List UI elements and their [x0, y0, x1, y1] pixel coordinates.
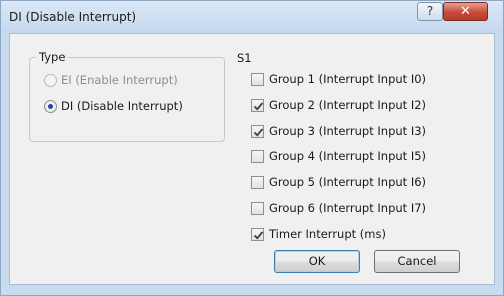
title-bar[interactable]: DI (Disable Interrupt) ? ✕ — [1, 1, 503, 33]
checkbox[interactable] — [251, 201, 264, 215]
checkmark-icon — [253, 230, 264, 240]
checkbox[interactable] — [251, 149, 264, 163]
checkbox-row: Group 4 (Interrupt Input I5) — [251, 148, 426, 164]
dialog-window: DI (Disable Interrupt) ? ✕ Type EI (Enab… — [0, 0, 504, 296]
checkbox-row: Group 5 (Interrupt Input I6) — [251, 174, 426, 190]
radio-option-ei: EI (Enable Interrupt) — [44, 72, 178, 88]
close-button[interactable]: ✕ — [443, 2, 488, 21]
checkmark-icon — [253, 101, 264, 111]
checkbox-row: Timer Interrupt (ms) — [251, 226, 386, 242]
help-icon: ? — [426, 4, 434, 18]
checkbox[interactable] — [251, 124, 264, 138]
checkmark-icon — [253, 127, 264, 137]
ok-button[interactable]: OK — [274, 250, 360, 273]
radio-ei[interactable] — [44, 73, 57, 87]
checkbox-label: Group 3 (Interrupt Input I3) — [269, 124, 427, 138]
checkbox-label: Group 5 (Interrupt Input I6) — [269, 175, 427, 189]
close-icon: ✕ — [460, 4, 471, 19]
checkbox[interactable] — [251, 175, 264, 189]
type-group-label: Type — [36, 50, 69, 64]
checkbox-row: Group 2 (Interrupt Input I2) — [251, 97, 426, 113]
radio-option-di: DI (Disable Interrupt) — [44, 98, 183, 114]
radio-ei-label: EI (Enable Interrupt) — [61, 73, 178, 87]
checkbox[interactable] — [251, 227, 264, 241]
window-title: DI (Disable Interrupt) — [9, 10, 137, 24]
checkbox-label: Group 6 (Interrupt Input I7) — [269, 201, 427, 215]
checkbox[interactable] — [251, 72, 264, 86]
checkbox-label: Group 2 (Interrupt Input I2) — [269, 98, 427, 112]
checkbox-label: Group 4 (Interrupt Input I5) — [269, 149, 427, 163]
checkbox-label: Timer Interrupt (ms) — [269, 227, 386, 241]
checkbox-row: Group 3 (Interrupt Input I3) — [251, 123, 426, 139]
cancel-button[interactable]: Cancel — [374, 250, 460, 273]
checkbox-row: Group 6 (Interrupt Input I7) — [251, 200, 426, 216]
radio-di[interactable] — [44, 99, 57, 113]
checkbox[interactable] — [251, 98, 264, 112]
radio-di-label: DI (Disable Interrupt) — [61, 99, 183, 113]
checkbox-label: Group 1 (Interrupt Input I0) — [269, 72, 427, 86]
help-button[interactable]: ? — [417, 2, 443, 21]
dialog-body: Type EI (Enable Interrupt) DI (Disable I… — [9, 33, 495, 285]
type-groupbox: Type EI (Enable Interrupt) DI (Disable I… — [29, 50, 225, 142]
checkbox-row: Group 1 (Interrupt Input I0) — [251, 71, 426, 87]
s1-label: S1 — [237, 51, 252, 65]
